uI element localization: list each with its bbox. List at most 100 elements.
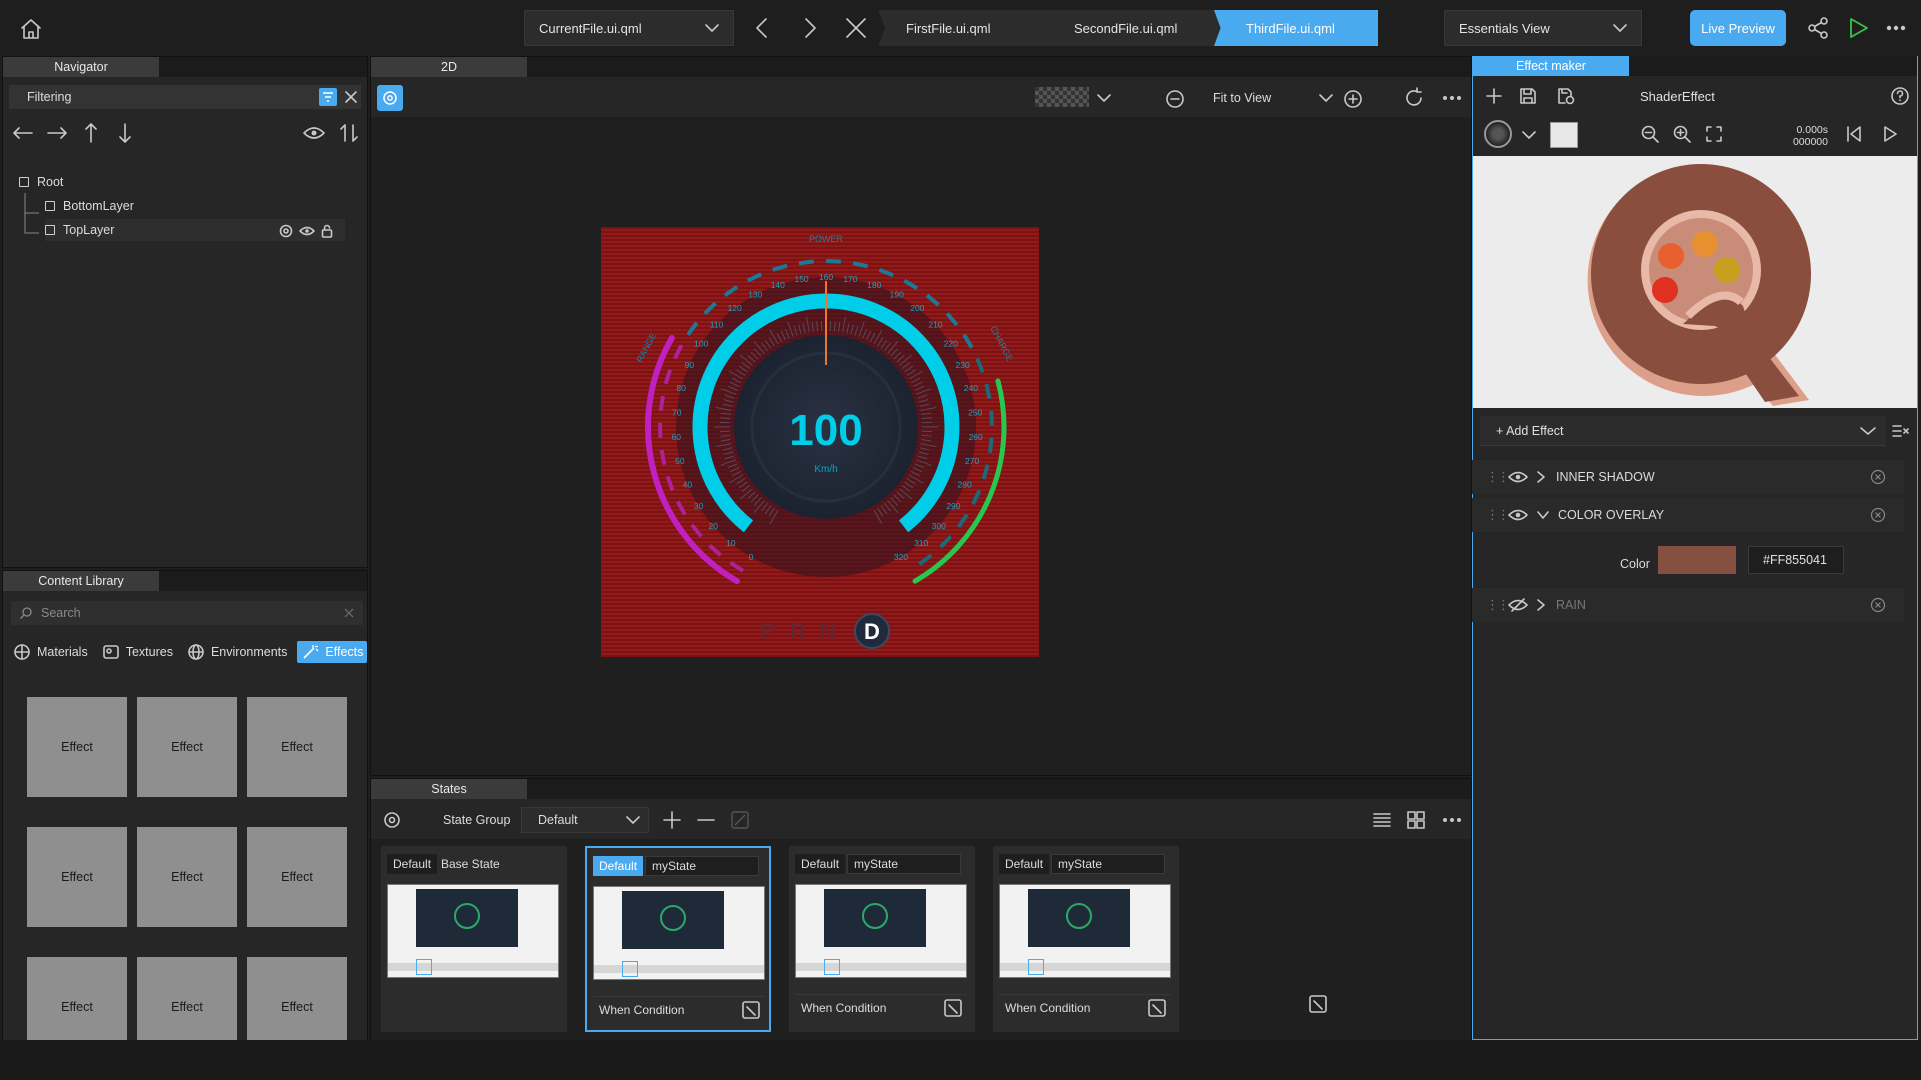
chevron-down-icon[interactable] — [1522, 130, 1536, 140]
settings-icon[interactable] — [377, 85, 403, 111]
play-icon[interactable] — [1880, 124, 1900, 144]
navigator-tab[interactable]: Navigator — [3, 57, 159, 77]
home-icon[interactable] — [14, 12, 48, 46]
more-menu-icon[interactable] — [1441, 811, 1463, 829]
live-preview-button[interactable]: Live Preview — [1690, 10, 1786, 46]
background-pattern-icon[interactable] — [1035, 87, 1089, 107]
file-tab-first[interactable]: FirstFile.ui.qml — [878, 10, 1058, 46]
effect-tile[interactable]: Effect — [137, 827, 237, 927]
add-effect-dropdown[interactable]: + Add Effect — [1480, 416, 1886, 446]
state-default-badge[interactable]: Default — [593, 856, 644, 876]
add-condition-icon[interactable] — [1307, 993, 1329, 1015]
when-condition[interactable]: When Condition — [593, 996, 765, 1022]
save-as-icon[interactable] — [1556, 86, 1576, 106]
refresh-icon[interactable] — [1403, 87, 1425, 109]
effect-row-inner-shadow[interactable]: ⋮⋮ INNER SHADOW — [1472, 460, 1904, 494]
state-default-badge[interactable]: Default — [999, 854, 1050, 874]
fit-view-icon[interactable] — [1704, 124, 1724, 144]
lock-icon[interactable] — [321, 224, 333, 238]
remove-effect-icon[interactable] — [1870, 597, 1886, 613]
effect-row-color-overlay[interactable]: ⋮⋮ COLOR OVERLAY — [1472, 498, 1904, 532]
node-checkbox[interactable] — [45, 225, 55, 235]
save-icon[interactable] — [1518, 86, 1538, 106]
more-menu-icon[interactable] — [1884, 18, 1908, 38]
states-tab[interactable]: States — [371, 779, 527, 799]
content-library-tab[interactable]: Content Library — [3, 571, 159, 591]
state-group-dropdown[interactable]: Default — [521, 807, 649, 833]
tree-item-bottomlayer[interactable]: BottomLayer — [45, 195, 359, 217]
clear-search-icon[interactable] — [343, 607, 355, 619]
tree-item-toplayer[interactable]: TopLayer — [45, 219, 345, 241]
back-arrow-icon[interactable] — [748, 14, 776, 42]
tree-item-root[interactable]: Root — [19, 171, 359, 193]
effect-tile[interactable]: Effect — [27, 697, 127, 797]
chevron-down-icon[interactable] — [1536, 510, 1550, 520]
close-icon[interactable] — [842, 14, 870, 42]
state-name[interactable]: myState — [847, 854, 961, 874]
remove-effect-icon[interactable] — [1870, 469, 1886, 485]
edit-condition-icon[interactable] — [943, 998, 963, 1018]
state-card-mystate-2[interactable]: Default myState When Condition — [789, 846, 975, 1032]
sort-icon[interactable] — [339, 121, 359, 145]
background-color-swatch[interactable] — [1550, 122, 1578, 148]
when-condition[interactable]: When Condition — [795, 994, 967, 1020]
library-search-input[interactable]: Search — [11, 601, 363, 625]
edit-condition-icon[interactable] — [741, 1000, 761, 1020]
filter-input[interactable]: Filtering — [9, 85, 361, 109]
add-icon[interactable] — [1484, 86, 1504, 106]
arrow-left-icon[interactable] — [11, 123, 35, 143]
restart-icon[interactable] — [1844, 124, 1864, 144]
state-name[interactable]: myState — [1051, 854, 1165, 874]
effect-maker-tab[interactable]: Effect maker — [1473, 56, 1629, 76]
tab-effects[interactable]: Effects — [297, 641, 368, 663]
run-icon[interactable] — [1846, 16, 1870, 40]
drag-handle-icon[interactable]: ⋮⋮ — [1486, 507, 1510, 523]
edit-condition-icon[interactable] — [1147, 998, 1167, 1018]
node-checkbox[interactable] — [19, 177, 29, 187]
add-icon[interactable] — [661, 809, 683, 831]
chevron-right-icon[interactable] — [1536, 598, 1546, 612]
state-card-mystate-1[interactable]: Default myState When Condition — [585, 846, 771, 1032]
when-condition[interactable]: When Condition — [999, 994, 1171, 1020]
visibility-icon[interactable] — [1508, 470, 1528, 484]
drag-handle-icon[interactable]: ⋮⋮ — [1486, 469, 1510, 485]
zoom-dropdown[interactable]: Fit to View — [1203, 85, 1339, 111]
state-default-badge[interactable]: Default — [795, 854, 846, 874]
visibility-icon[interactable] — [1508, 508, 1528, 522]
arrow-up-icon[interactable] — [81, 121, 101, 145]
hidden-icon[interactable] — [1508, 598, 1528, 612]
help-icon[interactable] — [1890, 86, 1910, 106]
preview-mesh-icon[interactable] — [1484, 120, 1512, 148]
color-swatch[interactable] — [1658, 546, 1736, 574]
filter-icon[interactable] — [319, 88, 337, 106]
state-card-base[interactable]: Default Base State — [381, 846, 567, 1032]
state-card-mystate-3[interactable]: Default myState When Condition — [993, 846, 1179, 1032]
zoom-in-icon[interactable] — [1343, 89, 1363, 109]
remove-effect-icon[interactable] — [1870, 507, 1886, 523]
zoom-out-icon[interactable] — [1640, 124, 1660, 144]
current-file-dropdown[interactable]: CurrentFile.ui.qml — [524, 10, 734, 46]
file-tab-third[interactable]: ThirdFile.ui.qml — [1214, 10, 1378, 46]
state-default-badge[interactable]: Default — [387, 854, 438, 874]
color-hex-input[interactable]: #FF855041 — [1748, 546, 1844, 574]
settings-icon[interactable] — [381, 809, 403, 831]
effect-tile[interactable]: Effect — [247, 827, 347, 927]
tab-2d[interactable]: 2D — [371, 57, 527, 77]
tab-materials[interactable]: Materials — [9, 641, 92, 663]
dashboard-canvas[interactable]: 0 10 20 30 40 50 60 70 80 90 100 110 120 130 140 150 160… — [601, 227, 1039, 657]
remove-icon[interactable] — [695, 809, 717, 831]
zoom-in-icon[interactable] — [1672, 124, 1692, 144]
clear-effects-icon[interactable] — [1890, 421, 1910, 441]
file-tab-second[interactable]: SecondFile.ui.qml — [1046, 10, 1226, 46]
tab-environments[interactable]: Environments — [183, 641, 291, 663]
tab-textures[interactable]: Textures — [98, 641, 177, 663]
list-view-icon[interactable] — [1371, 809, 1393, 831]
clear-filter-icon[interactable] — [343, 89, 359, 105]
visibility-icon[interactable] — [299, 225, 315, 237]
drag-handle-icon[interactable]: ⋮⋮ — [1486, 597, 1510, 613]
workspace-dropdown[interactable]: Essentials View — [1444, 10, 1642, 46]
share-icon[interactable] — [1806, 16, 1830, 40]
state-name[interactable]: myState — [645, 856, 759, 876]
effect-tile[interactable]: Effect — [27, 827, 127, 927]
arrow-right-icon[interactable] — [45, 123, 69, 143]
